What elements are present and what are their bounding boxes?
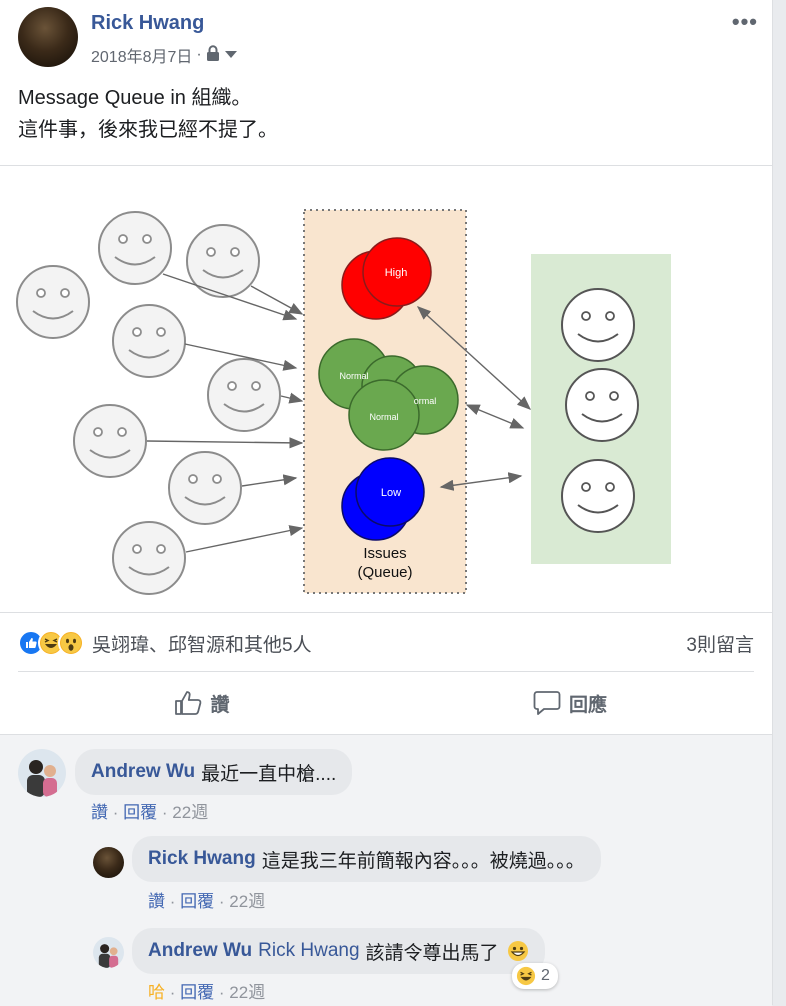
comment-actions: 讚 · 回覆 · 22週: [148, 887, 265, 912]
tagged-user[interactable]: Rick Hwang: [258, 940, 359, 962]
lock-icon[interactable]: [206, 44, 220, 66]
producer-smiley: [73, 404, 147, 478]
producer-smiley: [16, 265, 90, 339]
reaction-names[interactable]: 吳翊瑋、邱智源和其他5人: [92, 630, 312, 657]
separator: ·: [218, 892, 225, 911]
thumbs-up-icon: [175, 691, 202, 715]
commenter-avatar[interactable]: [18, 749, 66, 797]
post-text: Message Queue in 組織。 這件事，後來我已經不提了。: [18, 82, 278, 146]
comment-like-link[interactable]: 讚: [91, 803, 108, 822]
comment-actions: 哈 · 回覆 · 22週: [148, 978, 265, 1003]
commenter-avatar[interactable]: [93, 847, 124, 878]
wow-reaction-icon: [58, 630, 84, 656]
comment-text: 該請令尊出馬了: [365, 942, 499, 964]
comment-like-link[interactable]: 讚: [148, 892, 165, 911]
haha-reaction-icon: [516, 966, 536, 986]
commenter-avatar[interactable]: [93, 937, 124, 968]
comment-reply-link[interactable]: 回覆: [180, 983, 214, 1002]
consumer-smiley: [561, 459, 635, 533]
post-meta: 2018年8月7日 ·: [91, 43, 237, 67]
action-bar: 讚 回應: [18, 671, 754, 734]
commenter-name[interactable]: Rick Hwang: [148, 848, 256, 870]
separator: ·: [169, 892, 176, 911]
reaction-icons[interactable]: [18, 630, 84, 656]
post-header: Rick Hwang 2018年8月7日 · •••: [18, 7, 772, 67]
commenter-name[interactable]: Andrew Wu: [148, 940, 252, 962]
separator: ·: [169, 983, 176, 1002]
queue-label: Issues: [363, 545, 406, 562]
comment-reply-link[interactable]: 回覆: [123, 803, 157, 822]
post-text-line-1: Message Queue in 組織。: [18, 87, 252, 109]
low-label: Low: [381, 487, 401, 499]
separator: ·: [218, 983, 225, 1002]
comment-haha-link[interactable]: 哈: [148, 983, 165, 1002]
comment-time[interactable]: 22週: [229, 892, 265, 911]
more-options-icon[interactable]: •••: [732, 9, 758, 35]
normal-label: Normal: [369, 412, 398, 422]
queue-label: (Queue): [357, 564, 412, 581]
comment-time[interactable]: 22週: [229, 983, 265, 1002]
meta-separator: ·: [196, 46, 202, 63]
comment-bubble: Rick Hwang 這是我三年前簡報內容。。。被燒過。。。: [132, 836, 601, 882]
post-text-line-2: 這件事，後來我已經不提了。: [18, 119, 278, 141]
consumer-smiley: [565, 368, 639, 442]
post-image[interactable]: High Normal ormal Normal Low Issues (Que…: [0, 165, 772, 613]
reaction-summary: 吳翊瑋、邱智源和其他5人 3則留言: [18, 624, 754, 662]
grin-emoji-icon: [507, 940, 529, 962]
commenter-name[interactable]: Andrew Wu: [91, 761, 195, 783]
comment-text: 最近一直中槍....: [201, 763, 337, 785]
normal-label: Normal: [339, 371, 368, 381]
consumer-smiley: [561, 288, 635, 362]
producer-smiley: [98, 211, 172, 285]
comment-button-label: 回應: [568, 694, 607, 716]
producer-smiley: [168, 451, 242, 525]
speech-bubble-icon: [533, 691, 561, 715]
post-card: Rick Hwang 2018年8月7日 · ••• Message Queue…: [0, 0, 773, 1006]
like-button[interactable]: 讚: [18, 672, 386, 734]
author-avatar[interactable]: [18, 7, 78, 67]
separator: ·: [161, 803, 168, 822]
comment-bubble: Andrew Wu 最近一直中槍....: [75, 749, 353, 795]
producer-smiley: [207, 358, 281, 432]
chevron-down-icon[interactable]: [224, 46, 237, 64]
comment-reaction-badge[interactable]: 2: [512, 963, 558, 989]
comment-actions: 讚 · 回覆 · 22週: [91, 798, 208, 823]
producer-smiley: [112, 521, 186, 595]
comment-bubble: Andrew Wu Rick Hwang 該請令尊出馬了: [132, 928, 545, 974]
post-date[interactable]: 2018年8月7日: [91, 43, 192, 67]
comment-button[interactable]: 回應: [386, 672, 754, 734]
author-name[interactable]: Rick Hwang: [91, 12, 204, 35]
comment-reply-link[interactable]: 回覆: [180, 892, 214, 911]
comments-section: Andrew Wu 最近一直中槍.... 讚 · 回覆 · 22週 Rick H…: [0, 734, 772, 1006]
like-button-label: 讚: [210, 694, 230, 716]
comment-text: 這是我三年前簡報內容。。。被燒過。。。: [261, 850, 585, 872]
separator: ·: [112, 803, 119, 822]
producer-smiley: [112, 304, 186, 378]
comment-count[interactable]: 3則留言: [686, 630, 754, 657]
high-label: High: [385, 267, 408, 279]
comment-time[interactable]: 22週: [172, 803, 208, 822]
normal-label: ormal: [414, 396, 437, 406]
reaction-count: 2: [541, 967, 550, 984]
